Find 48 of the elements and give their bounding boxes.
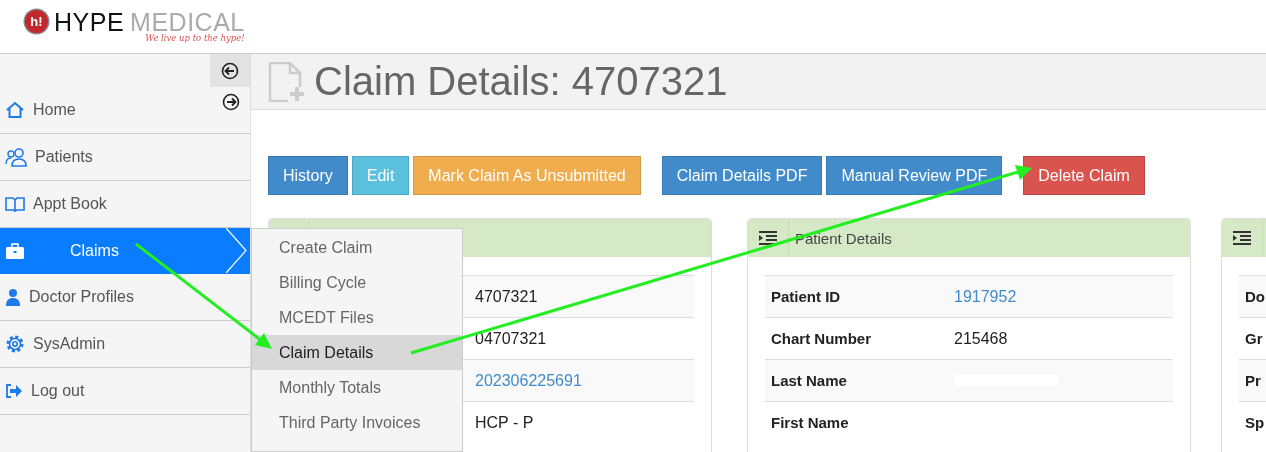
submenu-item[interactable]: Billing Cycle xyxy=(252,265,462,300)
sidebar-item[interactable]: Home xyxy=(0,87,250,134)
logo-word: MEDICAL xyxy=(130,10,245,33)
field-label: Do xyxy=(1245,288,1265,305)
expand-icon[interactable] xyxy=(222,93,240,111)
collapse-icon[interactable] xyxy=(210,54,250,87)
logo-tagline: We live up to the hype! xyxy=(145,33,245,43)
action-button[interactable]: Manual Review PDF xyxy=(826,156,1003,195)
submenu-item[interactable]: Monthly Totals xyxy=(252,370,462,405)
briefcase-icon xyxy=(5,242,25,260)
submenu-item[interactable]: Third Party Invoices xyxy=(252,405,462,440)
submenu-item[interactable]: MCEDT Files xyxy=(252,300,462,335)
sidebar-item[interactable]: Claims xyxy=(0,228,250,274)
field-value: 04707321 xyxy=(475,329,547,348)
sidebar-item[interactable]: Doctor Profiles xyxy=(0,274,250,321)
field-value: HCP - P xyxy=(475,413,534,432)
book-icon xyxy=(5,196,25,212)
sidebar-item[interactable]: Log out xyxy=(0,368,250,415)
logo-word: HYPE xyxy=(54,10,125,33)
field-link[interactable]: 1917952 xyxy=(954,287,1017,306)
users-icon xyxy=(5,147,27,167)
sidebar-item[interactable]: Patients xyxy=(0,134,250,181)
action-button[interactable]: Claim Details PDF xyxy=(661,156,823,195)
field-label: Pr xyxy=(1245,372,1261,389)
field-link[interactable]: 202306225691 xyxy=(475,371,582,390)
logo-badge: h! xyxy=(25,10,48,33)
field-label: Last Name xyxy=(771,372,847,389)
logout-icon xyxy=(5,383,23,399)
field-label: First Name xyxy=(771,414,849,431)
field-label: Sp xyxy=(1245,414,1265,431)
indent-icon xyxy=(1233,231,1251,245)
page-title: Claim Details: 4707321 xyxy=(314,59,728,104)
gear-icon xyxy=(5,334,25,354)
document-add-icon xyxy=(268,61,306,102)
doctor-icon xyxy=(5,288,21,306)
field-label: Chart Number xyxy=(771,330,871,347)
submenu-item[interactable]: Create Claim xyxy=(252,230,462,265)
indent-icon xyxy=(759,231,777,245)
action-button[interactable]: History xyxy=(268,156,348,195)
submenu-item[interactable]: Claim Details xyxy=(252,335,462,370)
field-label: Patient ID xyxy=(771,288,841,305)
sidebar-item[interactable]: SysAdmin xyxy=(0,321,250,368)
home-icon xyxy=(5,101,25,119)
panel-title: Patient Details xyxy=(795,229,892,247)
field-value: 4707321 xyxy=(475,287,538,306)
field-label: Gr xyxy=(1245,330,1263,347)
field-value: 215468 xyxy=(954,329,1008,348)
action-button[interactable]: Delete Claim xyxy=(1023,156,1145,195)
